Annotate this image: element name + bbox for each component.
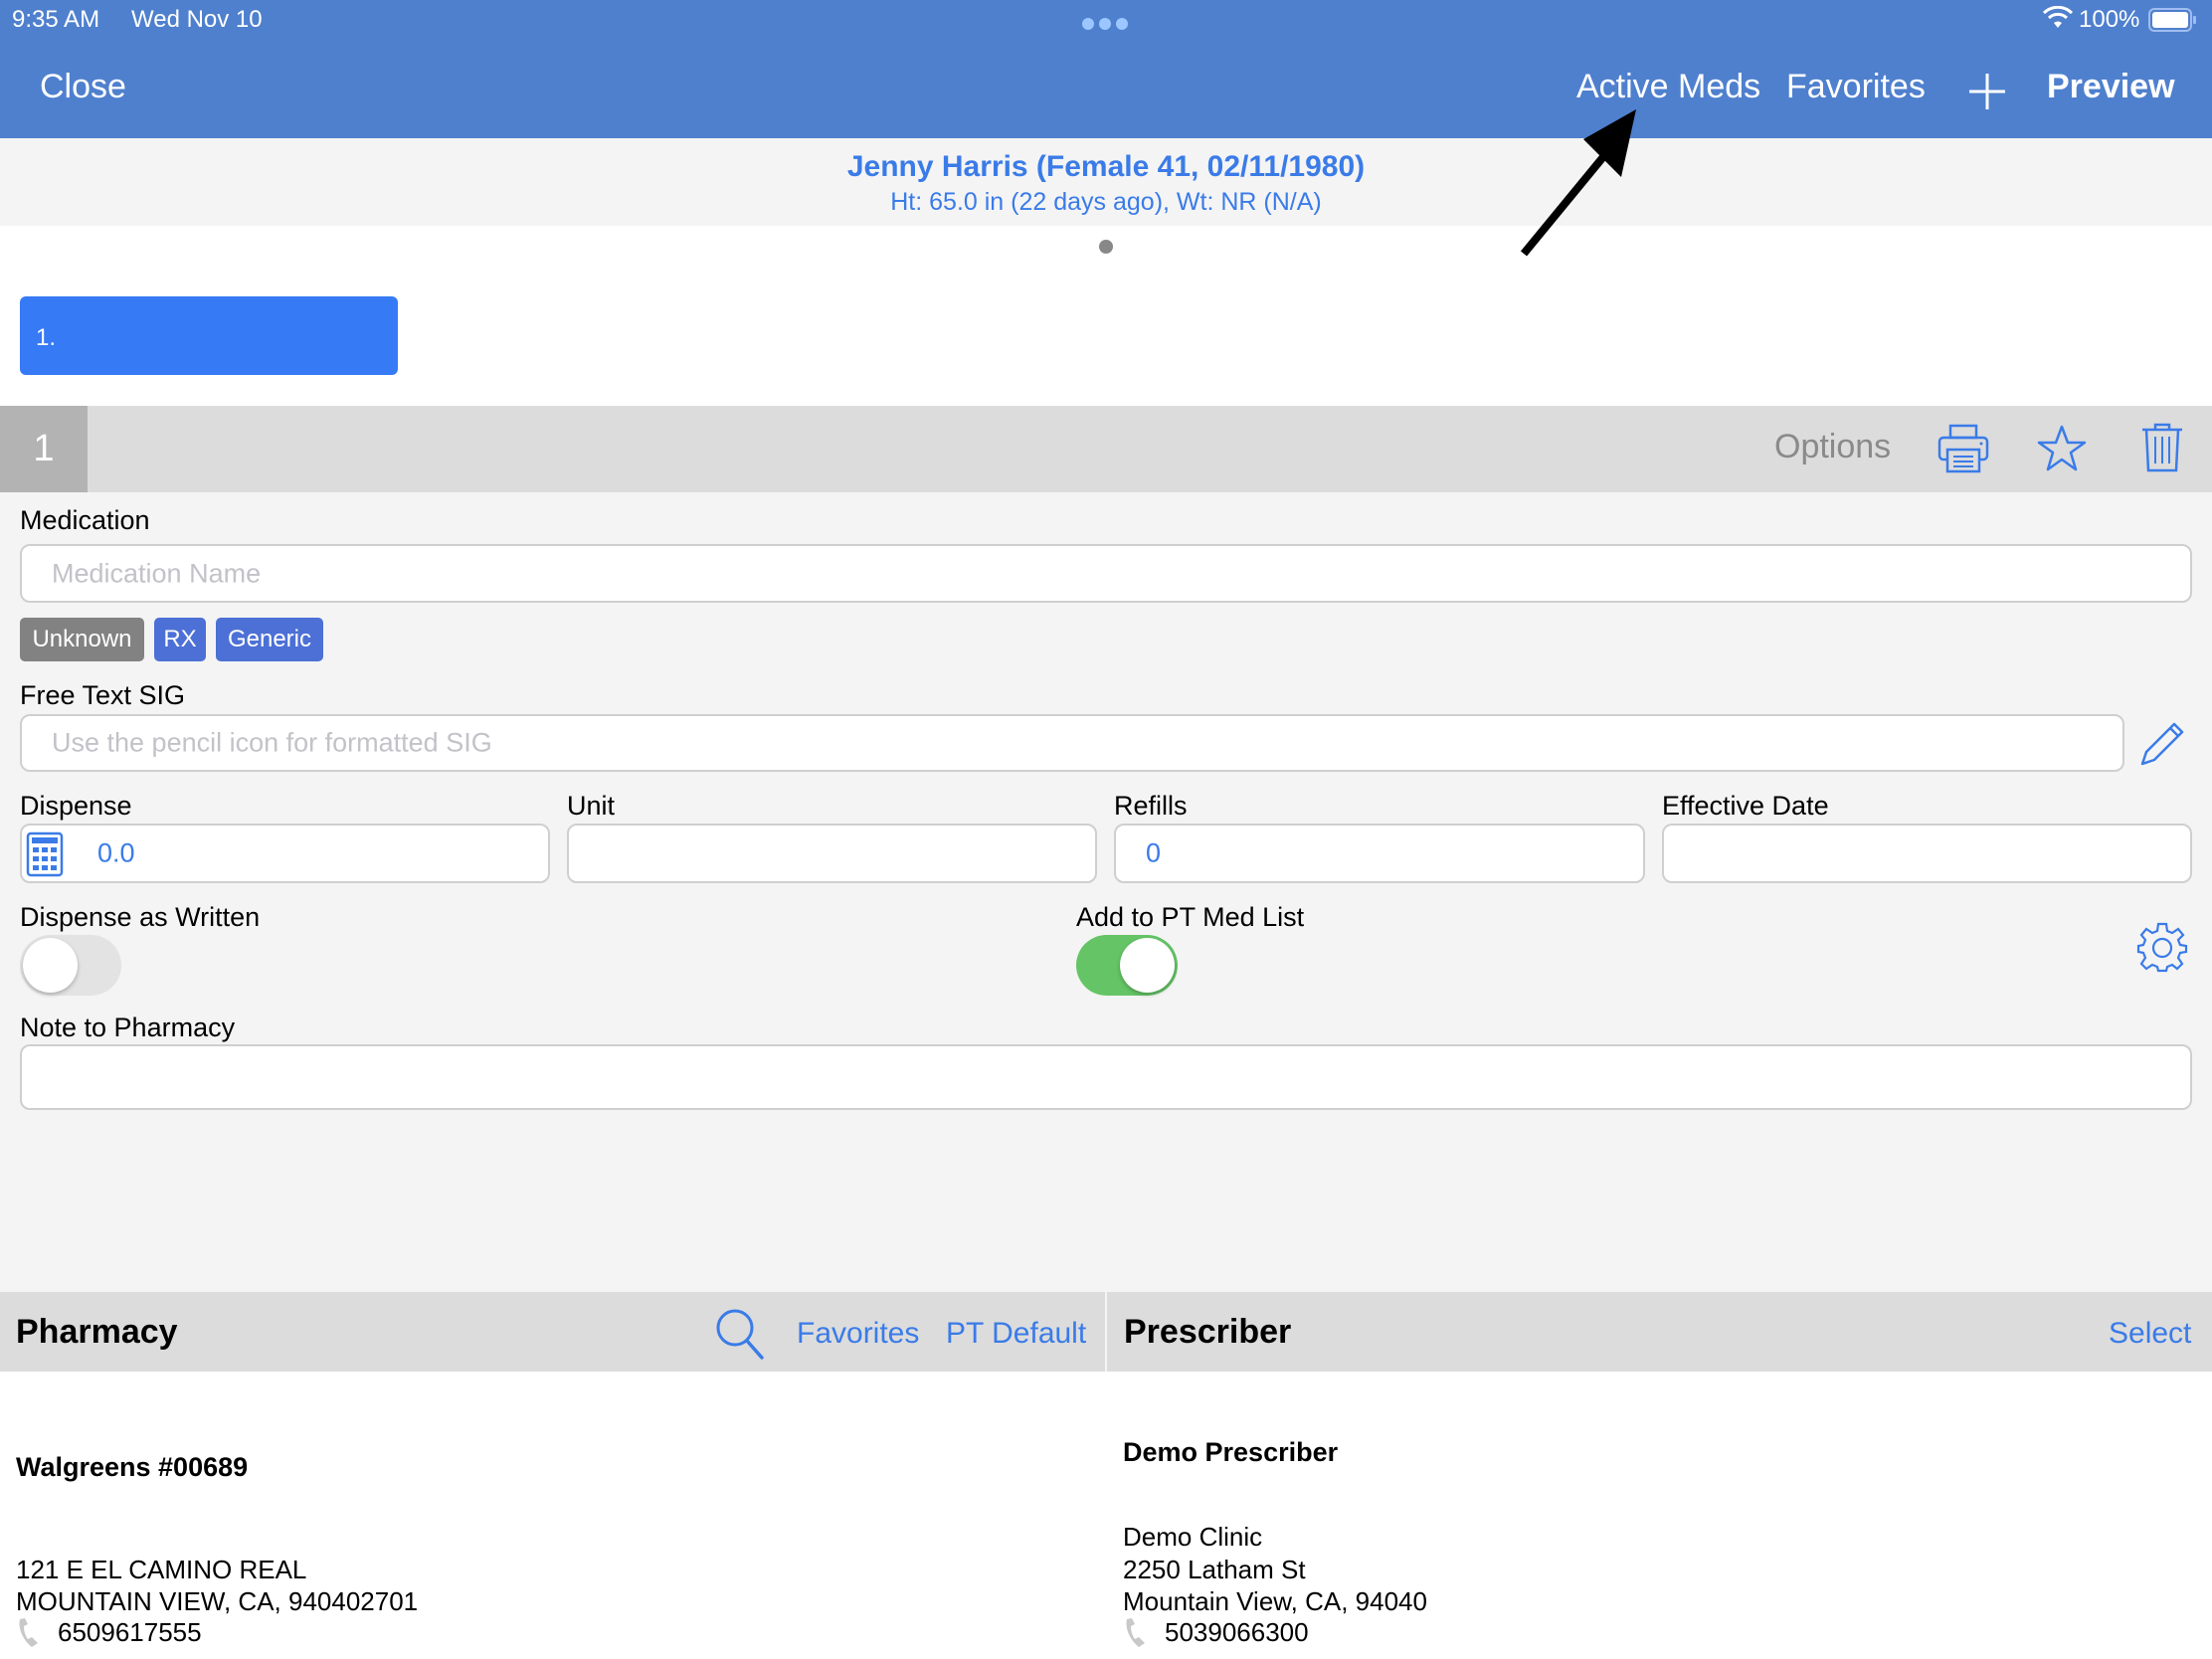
page-indicator-dot [1099,240,1113,254]
battery-percent: 100% [2079,6,2140,33]
prescriber-address-line2: Mountain View, CA, 94040 [1123,1586,1427,1616]
sig-placeholder: Use the pencil icon for formatted SIG [52,727,492,758]
refills-input[interactable]: 0 [1114,824,1645,883]
phone-icon [16,1617,46,1654]
patient-vitals: Ht: 65.0 in (22 days ago), Wt: NR (N/A) [890,188,1322,216]
pharmacy-phone[interactable]: 6509617555 [58,1617,202,1648]
star-icon[interactable] [2037,424,2087,478]
section-divider [1105,1292,1107,1372]
note-to-pharmacy-label: Note to Pharmacy [20,1013,236,1042]
dispense-as-written-label: Dispense as Written [20,902,261,932]
toggle-knob [23,938,78,993]
options-button[interactable]: Options [1774,428,1891,466]
patient-name: Jenny Harris (Female 41, 02/11/1980) [846,150,1366,183]
status-date: Wed Nov 10 [131,6,263,33]
close-button[interactable]: Close [40,68,126,106]
gear-icon[interactable] [2136,921,2188,978]
prescriber-select-link[interactable]: Select [2109,1317,2191,1351]
pharmacy-favorites-link[interactable]: Favorites [797,1317,919,1351]
prescription-tab-1[interactable]: 1. [20,296,398,375]
pharmacy-name: Walgreens #00689 [16,1452,249,1482]
preview-button[interactable]: Preview [2047,68,2175,106]
printer-icon[interactable] [1937,424,1989,478]
refills-label: Refills [1114,791,1188,821]
unit-input[interactable] [567,824,1097,883]
prescriber-address-line1: 2250 Latham St [1123,1555,1306,1584]
badge-unknown[interactable]: Unknown [20,618,144,661]
trash-icon[interactable] [2140,422,2184,478]
prescriber-title: Prescriber [1124,1313,1292,1351]
pencil-icon[interactable] [2138,718,2188,773]
search-icon[interactable] [714,1307,766,1366]
prescriber-clinic: Demo Clinic [1123,1522,1263,1552]
prescriber-phone[interactable]: 5039066300 [1165,1617,1309,1648]
wifi-icon [2042,5,2074,35]
status-time: 9:35 AM [12,6,100,33]
phone-icon [1123,1617,1153,1654]
annotation-arrow-icon [1520,109,1636,257]
effective-date-input[interactable] [1662,824,2192,883]
prescriber-name: Demo Prescriber [1123,1437,1339,1467]
badge-generic[interactable]: Generic [216,618,323,661]
pharmacy-address-line1: 121 E EL CAMINO REAL [16,1555,307,1584]
note-to-pharmacy-input[interactable] [20,1044,2192,1110]
refills-value: 0 [1146,837,1162,868]
calculator-icon[interactable] [26,831,64,882]
prescription-number: 1 [0,406,88,492]
favorites-button[interactable]: Favorites [1786,68,1926,106]
medication-name-input[interactable]: Medication Name [20,544,2192,603]
free-text-sig-label: Free Text SIG [20,680,186,710]
add-to-pt-med-list-toggle[interactable] [1076,935,1178,996]
dispense-value: 0.0 [97,837,135,868]
medication-name-placeholder: Medication Name [52,558,262,588]
navigation-bar: 9:35 AM Wed Nov 10 100% Close Active Med… [0,0,2212,138]
battery-icon [2148,8,2198,37]
medication-label: Medication [20,505,150,535]
plus-icon[interactable] [1967,72,2007,116]
toggle-knob [1120,938,1175,993]
patient-header: Jenny Harris (Female 41, 02/11/1980) Ht:… [0,138,2212,226]
dispense-as-written-toggle[interactable] [20,935,121,996]
pharmacy-pt-default-link[interactable]: PT Default [946,1317,1086,1351]
dispense-label: Dispense [20,791,132,821]
add-to-pt-med-list-label: Add to PT Med List [1076,902,1305,932]
dispense-input[interactable]: 0.0 [20,824,550,883]
free-text-sig-input[interactable]: Use the pencil icon for formatted SIG [20,714,2124,772]
unit-label: Unit [567,791,616,821]
pharmacy-address-line2: MOUNTAIN VIEW, CA, 940402701 [16,1586,419,1616]
multitasking-dots-icon[interactable] [1082,18,1128,30]
badge-rx[interactable]: RX [154,618,206,661]
effective-date-label: Effective Date [1662,791,1829,821]
pharmacy-title: Pharmacy [16,1313,178,1351]
